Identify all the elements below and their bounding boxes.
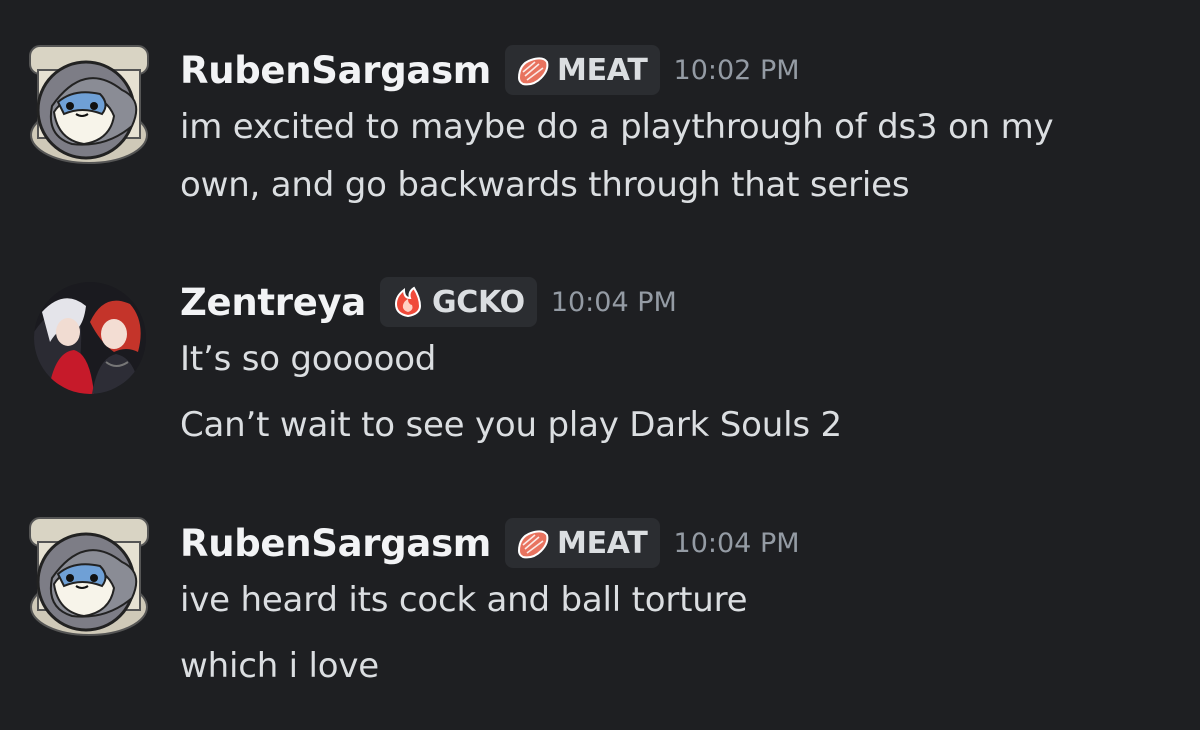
username[interactable]: RubenSargasm [180, 522, 491, 565]
message-text: own, and go backwards through that serie… [180, 165, 910, 205]
meat-icon [518, 57, 549, 86]
message-text: ive heard its cock and ball torture [180, 580, 748, 620]
timestamp[interactable]: 10:02 PM [674, 55, 800, 86]
toilet-shark-avatar-icon [29, 517, 149, 636]
message-header: Zentreya GCKO 10:04 PM [180, 273, 677, 331]
character-art-avatar-icon [34, 282, 146, 394]
message-header: RubenSargasm MEAT 10:02 PM [180, 41, 800, 99]
timestamp[interactable]: 10:04 PM [551, 287, 677, 318]
avatar[interactable] [24, 40, 154, 170]
message-text: which i love [180, 646, 379, 686]
role-tag[interactable]: MEAT [505, 45, 660, 95]
message-text: Can’t wait to see you play Dark Souls 2 [180, 405, 842, 445]
message-text: It’s so goooood [180, 339, 437, 379]
message-header: RubenSargasm MEAT 10:04 PM [180, 514, 800, 572]
role-tag-label: MEAT [557, 525, 648, 561]
role-tag[interactable]: GCKO [379, 277, 537, 327]
fire-icon [394, 286, 421, 318]
avatar[interactable] [24, 512, 154, 642]
message-text: im excited to maybe do a playthrough of … [180, 107, 1054, 147]
avatar[interactable] [34, 282, 146, 394]
toilet-shark-avatar-icon [29, 45, 149, 164]
chat-message-list: RubenSargasm MEAT 10:02 PM im excited to… [0, 0, 1200, 730]
meat-icon [518, 530, 549, 559]
role-tag-label: MEAT [557, 52, 648, 88]
role-tag[interactable]: MEAT [505, 518, 660, 568]
role-tag-label: GCKO [431, 284, 525, 320]
username[interactable]: Zentreya [180, 281, 366, 324]
timestamp[interactable]: 10:04 PM [674, 528, 800, 559]
username[interactable]: RubenSargasm [180, 49, 491, 92]
